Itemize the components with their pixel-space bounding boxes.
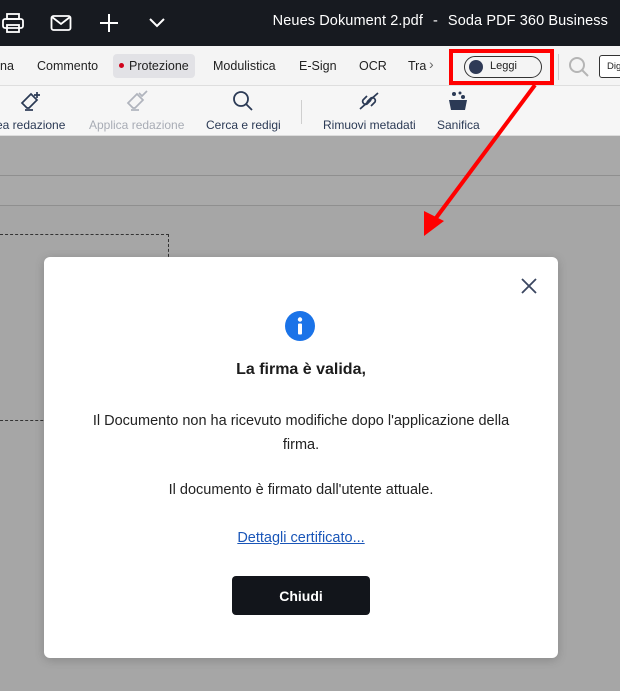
close-icon[interactable]: [520, 277, 538, 295]
signature-valid-dialog: La firma è valida, Il Documento non ha r…: [44, 257, 558, 658]
dialog-message: Il Documento non ha ricevuto modifiche d…: [92, 413, 510, 453]
certificate-details-link[interactable]: Dettagli certificato...: [44, 530, 558, 546]
dialog-title: La firma è valida,: [236, 361, 366, 378]
close-button[interactable]: Chiudi: [232, 576, 370, 615]
info-icon: [285, 311, 315, 341]
dialog-signer-text: Il documento è firmato dall'utente attua…: [168, 482, 434, 498]
